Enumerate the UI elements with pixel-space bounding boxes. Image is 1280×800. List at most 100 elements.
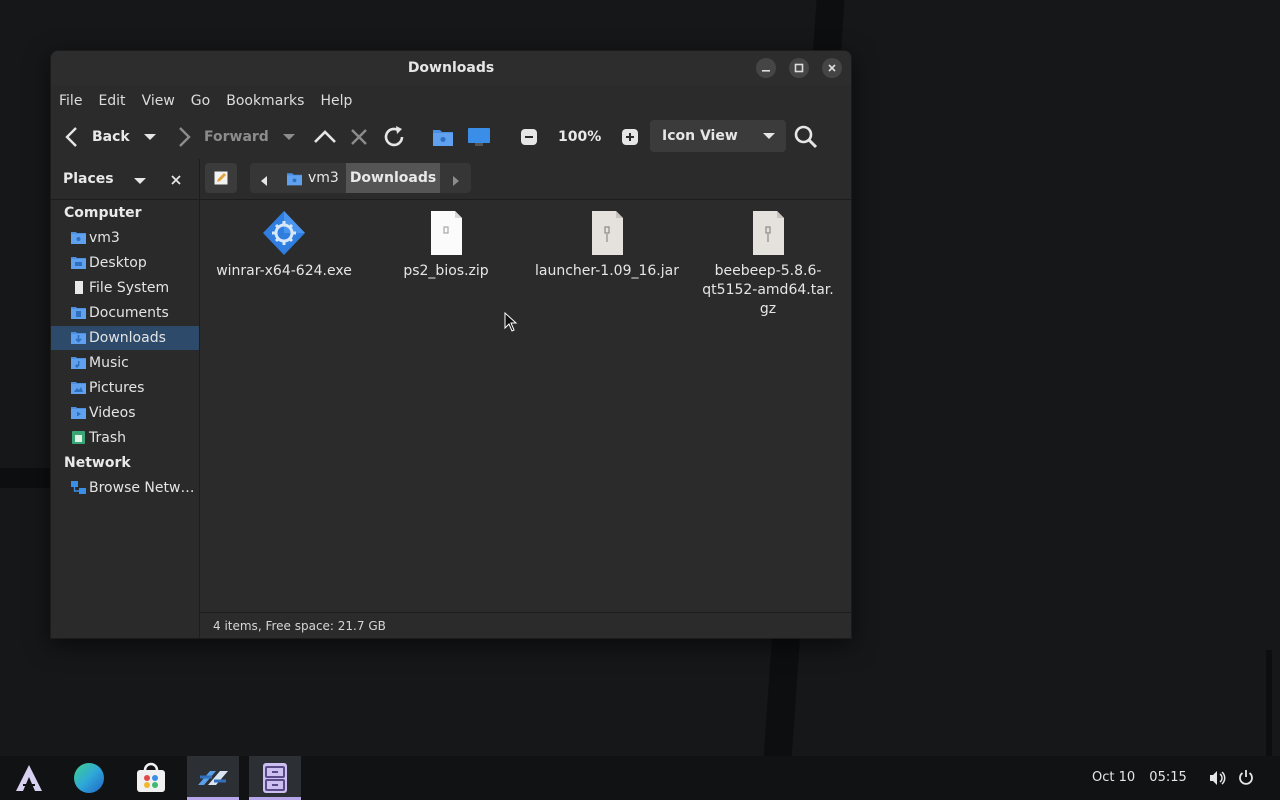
sidebar-item-vm3[interactable]: vm3 bbox=[51, 226, 199, 250]
computer-button[interactable] bbox=[467, 117, 491, 157]
toggle-location-button[interactable] bbox=[205, 163, 237, 193]
file-name: qt5152-amd64.tar. bbox=[702, 282, 834, 298]
home-button[interactable] bbox=[432, 117, 454, 157]
search-button[interactable] bbox=[793, 117, 819, 157]
sidebar-header: Places bbox=[51, 159, 200, 199]
view-mode-select[interactable]: Icon View bbox=[650, 120, 786, 152]
mouse-pointer-icon bbox=[504, 312, 518, 332]
jar-archive-icon bbox=[592, 211, 623, 255]
forward-history-dropdown[interactable] bbox=[282, 117, 296, 157]
stop-button[interactable] bbox=[349, 117, 369, 157]
sidebar-item-label: Pictures bbox=[89, 380, 145, 396]
menu-bookmarks[interactable]: Bookmarks bbox=[218, 89, 312, 113]
sidebar-item-desktop[interactable]: Desktop bbox=[51, 251, 199, 275]
forward-label: Forward bbox=[204, 129, 269, 145]
chevron-right-icon bbox=[179, 127, 191, 147]
close-sidebar-button[interactable] bbox=[171, 173, 181, 189]
sidebar-item-music[interactable]: Music bbox=[51, 351, 199, 375]
software-store-launcher[interactable] bbox=[125, 756, 177, 800]
close-button[interactable] bbox=[822, 58, 842, 78]
sidebar-item-documents[interactable]: Documents bbox=[51, 301, 199, 325]
menu-go[interactable]: Go bbox=[183, 89, 218, 113]
back-button[interactable]: Back bbox=[63, 117, 130, 157]
desktop-folder-icon bbox=[71, 257, 86, 269]
caret-down-icon bbox=[283, 134, 295, 140]
sidebar-item-downloads[interactable]: Downloads bbox=[51, 326, 199, 350]
window-title: Downloads bbox=[407, 60, 495, 76]
clock-date: Oct 10 bbox=[1092, 770, 1136, 785]
pictures-folder-icon bbox=[71, 382, 86, 394]
power-button[interactable] bbox=[1238, 769, 1254, 789]
sidebar-item-label: vm3 bbox=[89, 230, 120, 246]
file-manager-launcher[interactable] bbox=[249, 756, 301, 800]
zoom-out-button[interactable] bbox=[521, 117, 537, 157]
back-history-dropdown[interactable] bbox=[143, 117, 157, 157]
taskbar-clock[interactable]: Oct 10 05:15 bbox=[1092, 756, 1187, 800]
breadcrumb-parent-label: vm3 bbox=[308, 170, 339, 186]
file-item[interactable]: winrar-x64-624.exe bbox=[209, 210, 359, 281]
sidebar-item-pictures[interactable]: Pictures bbox=[51, 376, 199, 400]
breadcrumb-scroll-left[interactable] bbox=[260, 172, 268, 191]
sidebar-item-label: Trash bbox=[89, 430, 126, 446]
breadcrumb-scroll-right[interactable] bbox=[452, 172, 460, 191]
sidebar-item-label: Browse Netw… bbox=[89, 480, 195, 496]
reload-icon bbox=[384, 126, 404, 147]
sidebar-item-trash[interactable]: Trash bbox=[51, 426, 199, 450]
volume-button[interactable] bbox=[1208, 769, 1226, 791]
monitor-icon bbox=[468, 128, 490, 146]
file-manager-icon bbox=[263, 763, 287, 793]
status-bar: 4 items, Free space: 21.7 GB bbox=[200, 612, 851, 638]
file-item[interactable]: beebeep-5.8.6- qt5152-amd64.tar. gz bbox=[693, 210, 843, 319]
menu-edit[interactable]: Edit bbox=[90, 89, 133, 113]
file-name: ps2_bios.zip bbox=[403, 263, 489, 279]
home-folder-icon bbox=[71, 232, 86, 244]
documents-folder-icon bbox=[71, 307, 86, 319]
sidebar-item-browse-network[interactable]: Browse Netw… bbox=[51, 476, 199, 500]
minimize-button[interactable] bbox=[756, 58, 776, 78]
sidebar-item-videos[interactable]: Videos bbox=[51, 401, 199, 425]
browser-launcher[interactable] bbox=[63, 756, 115, 800]
breadcrumb-item-downloads[interactable]: Downloads bbox=[346, 163, 440, 193]
breadcrumb: vm3 Downloads bbox=[250, 163, 471, 193]
menu-view[interactable]: View bbox=[134, 89, 183, 113]
sidebar-item-label: Documents bbox=[89, 305, 169, 321]
network-icon bbox=[71, 481, 86, 494]
sidebar-title: Places bbox=[63, 171, 114, 187]
parent-folder-button[interactable] bbox=[313, 117, 337, 157]
videos-folder-icon bbox=[71, 407, 86, 419]
zoom-in-icon bbox=[622, 129, 638, 145]
zoom-level: 100% bbox=[558, 129, 602, 145]
menu-file[interactable]: File bbox=[51, 89, 90, 113]
minimize-icon bbox=[762, 70, 770, 72]
caret-down-icon bbox=[144, 134, 156, 140]
file-name: gz bbox=[759, 301, 777, 317]
forward-button[interactable]: Forward bbox=[175, 117, 269, 157]
reload-button[interactable] bbox=[382, 117, 406, 157]
breadcrumb-item-vm3[interactable]: vm3 bbox=[286, 163, 339, 193]
file-item[interactable]: launcher-1.09_16.jar bbox=[532, 210, 682, 281]
file-view[interactable]: winrar-x64-624.exe ps2_bios.zip launcher… bbox=[200, 200, 851, 612]
sidebar-type-dropdown[interactable] bbox=[133, 174, 147, 190]
breadcrumb-current-label: Downloads bbox=[349, 170, 437, 186]
clock-time: 05:15 bbox=[1149, 770, 1187, 785]
chevron-up-icon bbox=[314, 130, 336, 143]
caret-left-icon bbox=[261, 176, 267, 186]
volume-icon bbox=[1210, 771, 1226, 785]
edit-location-icon bbox=[214, 171, 228, 185]
sidebar-item-label: Desktop bbox=[89, 255, 147, 271]
sidebar-item-label: File System bbox=[89, 280, 170, 296]
sidebar-section-network: Network bbox=[64, 455, 131, 471]
sidebar-item-file-system[interactable]: File System bbox=[51, 276, 199, 300]
zip-archive-icon bbox=[431, 211, 462, 255]
home-folder-icon bbox=[433, 130, 453, 146]
file-name: launcher-1.09_16.jar bbox=[535, 263, 679, 279]
sidebar-item-label: Downloads bbox=[89, 330, 166, 346]
menu-help[interactable]: Help bbox=[312, 89, 360, 113]
trash-icon bbox=[72, 431, 85, 444]
zoom-in-button[interactable] bbox=[622, 117, 638, 157]
file-item[interactable]: ps2_bios.zip bbox=[371, 210, 521, 281]
maximize-button[interactable] bbox=[789, 58, 809, 78]
app-menu-button[interactable] bbox=[3, 756, 55, 800]
settings-launcher[interactable] bbox=[187, 756, 239, 800]
title-bar[interactable]: Downloads bbox=[51, 51, 851, 85]
